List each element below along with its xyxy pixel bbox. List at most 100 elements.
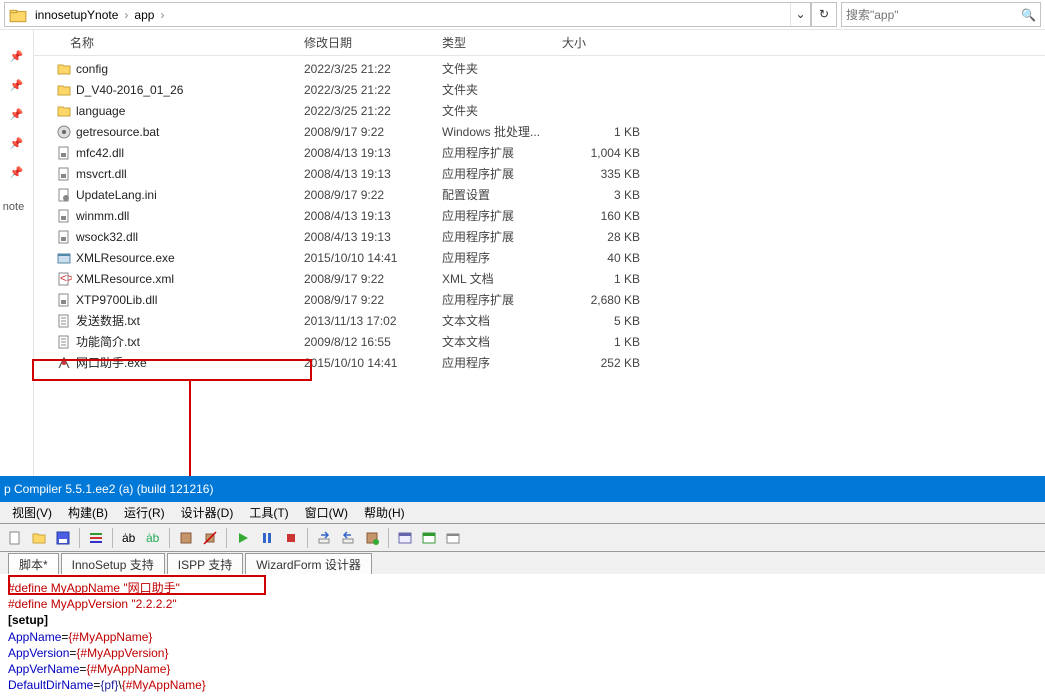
file-row[interactable]: 网口助手.exe2015/10/10 14:41应用程序252 KB [34, 352, 1045, 373]
menu-build[interactable]: 构建(B) [60, 504, 116, 521]
pin-icon[interactable]: 📌 [10, 108, 24, 121]
chevron-right-icon[interactable]: › [158, 8, 166, 22]
address-bar: innosetupYnote › app › ⌄ ↻ 🔍 [0, 0, 1045, 30]
file-size: 335 KB [562, 167, 662, 181]
menu-bar: 视图(V) 构建(B) 运行(R) 设计器(D) 工具(T) 窗口(W) 帮助(… [0, 502, 1045, 524]
file-row[interactable]: <>XMLResource.xml2008/9/17 9:22XML 文档1 K… [34, 268, 1045, 289]
tab-wizardform-designer[interactable]: WizardForm 设计器 [245, 553, 372, 575]
tab-ispp-support[interactable]: ISPP 支持 [167, 553, 243, 575]
stop-button[interactable] [199, 527, 221, 549]
file-type: 应用程序 [442, 249, 562, 266]
file-type: 文本文档 [442, 312, 562, 329]
menu-designer[interactable]: 设计器(D) [173, 504, 242, 521]
form-preview-button[interactable] [418, 527, 440, 549]
toolbar: ȧb ȧb [0, 524, 1045, 552]
pin-icon[interactable]: 📌 [10, 50, 24, 63]
file-icon [56, 166, 72, 182]
pin-icon[interactable]: 📌 [10, 137, 24, 150]
file-date: 2008/9/17 9:22 [304, 293, 442, 307]
file-icon: <> [56, 271, 72, 287]
breadcrumb-item[interactable]: innosetupYnote [31, 8, 122, 22]
file-type: 应用程序扩展 [442, 207, 562, 224]
breadcrumb[interactable]: innosetupYnote › app › ⌄ [4, 2, 811, 27]
menu-tools[interactable]: 工具(T) [241, 504, 296, 521]
refresh-button[interactable]: ↻ [811, 2, 837, 27]
file-row[interactable]: msvcrt.dll2008/4/13 19:13应用程序扩展335 KB [34, 163, 1045, 184]
file-icon [56, 145, 72, 161]
file-icon [56, 292, 72, 308]
file-date: 2015/10/10 14:41 [304, 356, 442, 370]
file-row[interactable]: 发送数据.txt2013/11/13 17:02文本文档5 KB [34, 310, 1045, 331]
paste-button[interactable]: ȧb [142, 527, 164, 549]
file-date: 2008/4/13 19:13 [304, 146, 442, 160]
file-date: 2008/9/17 9:22 [304, 125, 442, 139]
file-type: XML 文档 [442, 270, 562, 287]
new-button[interactable] [4, 527, 26, 549]
file-explorer: innosetupYnote › app › ⌄ ↻ 🔍 📌 📌 📌 📌 📌 n… [0, 0, 1045, 476]
menu-run[interactable]: 运行(R) [116, 504, 173, 521]
column-size[interactable]: 大小 [562, 34, 662, 51]
compile-button[interactable] [175, 527, 197, 549]
file-icon [56, 250, 72, 266]
chevron-right-icon[interactable]: › [122, 8, 130, 22]
file-date: 2009/8/12 16:55 [304, 335, 442, 349]
file-size: 3 KB [562, 188, 662, 202]
tab-script[interactable]: 脚本* [8, 553, 59, 575]
run-button[interactable] [232, 527, 254, 549]
file-type: 应用程序扩展 [442, 144, 562, 161]
file-date: 2008/9/17 9:22 [304, 272, 442, 286]
file-row[interactable]: language2022/3/25 21:22文件夹 [34, 100, 1045, 121]
file-row[interactable]: XMLResource.exe2015/10/10 14:41应用程序40 KB [34, 247, 1045, 268]
step-button[interactable] [313, 527, 335, 549]
column-headers: 名称 修改日期 类型 大小 [34, 30, 1045, 56]
column-name[interactable]: 名称 [34, 34, 304, 51]
tab-innosetup-support[interactable]: InnoSetup 支持 [61, 553, 165, 575]
file-row[interactable]: wsock32.dll2008/4/13 19:13应用程序扩展28 KB [34, 226, 1045, 247]
file-row[interactable]: config2022/3/25 21:22文件夹 [34, 58, 1045, 79]
breadcrumb-dropdown-icon[interactable]: ⌄ [790, 3, 810, 26]
breadcrumb-item[interactable]: app [130, 8, 158, 22]
file-size: 1,004 KB [562, 146, 662, 160]
stop-run-button[interactable] [280, 527, 302, 549]
column-type[interactable]: 类型 [442, 34, 562, 51]
file-type: 文本文档 [442, 333, 562, 350]
nav-item[interactable]: note [3, 201, 24, 213]
step-over-button[interactable] [337, 527, 359, 549]
option-button[interactable] [85, 527, 107, 549]
pin-icon[interactable]: 📌 [10, 79, 24, 92]
open-button[interactable] [28, 527, 50, 549]
file-row[interactable]: UpdateLang.ini2008/9/17 9:22配置设置3 KB [34, 184, 1045, 205]
file-size: 252 KB [562, 356, 662, 370]
file-row[interactable]: winmm.dll2008/4/13 19:13应用程序扩展160 KB [34, 205, 1045, 226]
file-icon [56, 82, 72, 98]
save-button[interactable] [52, 527, 74, 549]
code-editor[interactable]: #define MyAppName "网口助手" #define MyAppVe… [0, 574, 1045, 699]
cut-button[interactable]: ȧb [118, 527, 140, 549]
file-row[interactable]: mfc42.dll2008/4/13 19:13应用程序扩展1,004 KB [34, 142, 1045, 163]
file-type: 应用程序扩展 [442, 228, 562, 245]
file-row[interactable]: getresource.bat2008/9/17 9:22Windows 批处理… [34, 121, 1045, 142]
search-input[interactable] [846, 8, 1021, 22]
menu-window[interactable]: 窗口(W) [297, 504, 356, 521]
dialog-button[interactable] [442, 527, 464, 549]
file-name: language [76, 104, 125, 118]
menu-help[interactable]: 帮助(H) [356, 504, 413, 521]
search-box[interactable]: 🔍 [841, 2, 1041, 27]
folder-icon [9, 7, 27, 23]
file-row[interactable]: 功能简介.txt2009/8/12 16:55文本文档1 KB [34, 331, 1045, 352]
file-date: 2013/11/13 17:02 [304, 314, 442, 328]
file-row[interactable]: D_V40-2016_01_262022/3/25 21:22文件夹 [34, 79, 1045, 100]
file-icon [56, 313, 72, 329]
window-title: p Compiler 5.5.1.ee2 (a) (build 121216) [4, 482, 213, 496]
file-row[interactable]: XTP9700Lib.dll2008/9/17 9:22应用程序扩展2,680 … [34, 289, 1045, 310]
pin-icon[interactable]: 📌 [10, 166, 24, 179]
menu-view[interactable]: 视图(V) [4, 504, 60, 521]
form-designer-button[interactable] [394, 527, 416, 549]
file-icon [56, 103, 72, 119]
column-date[interactable]: 修改日期 [304, 34, 442, 51]
file-date: 2022/3/25 21:22 [304, 83, 442, 97]
pause-button[interactable] [256, 527, 278, 549]
breakpoint-button[interactable] [361, 527, 383, 549]
editor-tabs: 脚本* InnoSetup 支持 ISPP 支持 WizardForm 设计器 [0, 552, 1045, 574]
search-icon: 🔍 [1021, 8, 1036, 22]
